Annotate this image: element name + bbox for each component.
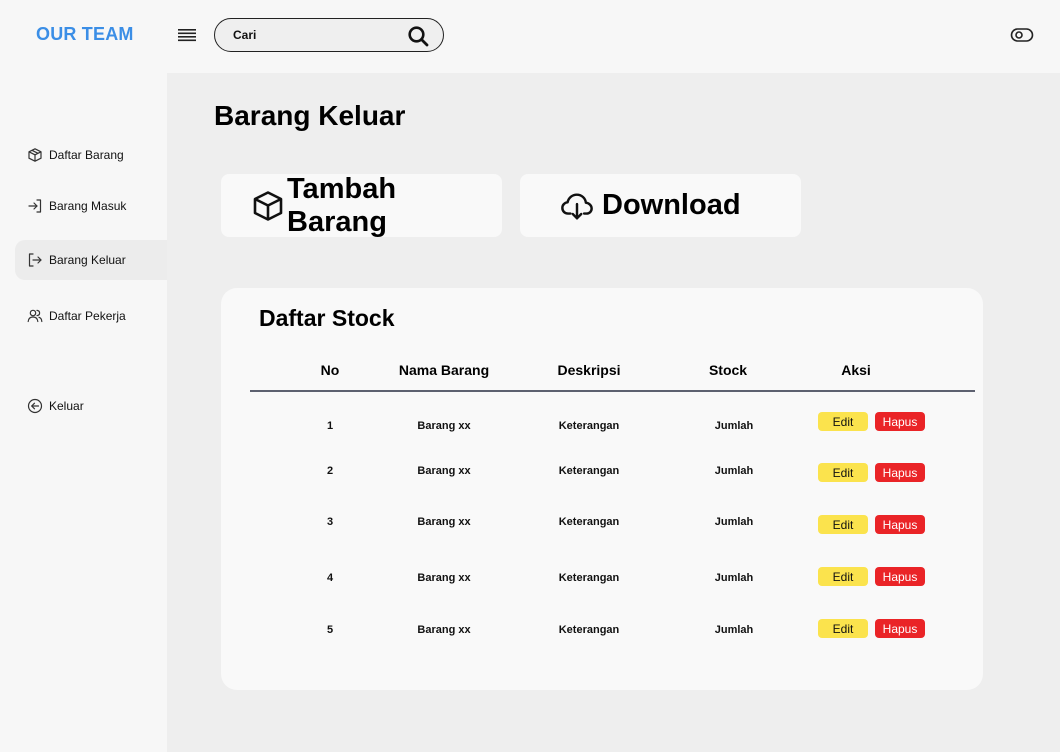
edit-button[interactable]: Edit [818, 515, 868, 534]
table-row: 4 Barang xx Keterangan Jumlah Edit Hapus [250, 567, 975, 597]
cell-description: Keterangan [558, 516, 620, 528]
logout-arrow-icon [27, 252, 43, 268]
box-icon [251, 189, 285, 223]
table-row: 2 Barang xx Keterangan Jumlah Edit Hapus [250, 463, 975, 493]
delete-button[interactable]: Hapus [875, 515, 925, 534]
column-header-no: No [320, 362, 340, 378]
brand-logo[interactable]: OUR TEAM [36, 24, 134, 45]
table-row: 3 Barang xx Keterangan Jumlah Edit Hapus [250, 515, 975, 545]
add-item-label: Tambah Barang [287, 172, 397, 238]
cell-description: Keterangan [558, 624, 620, 636]
edit-button[interactable]: Edit [818, 463, 868, 482]
top-bar: OUR TEAM [0, 0, 1060, 73]
cell-no: 2 [326, 465, 334, 477]
column-header-deskripsi: Deskripsi [557, 362, 621, 378]
cell-name: Barang xx [417, 624, 471, 636]
sidebar-item-label: Keluar [49, 399, 84, 413]
download-button[interactable]: Download [520, 174, 801, 237]
edit-button[interactable]: Edit [818, 619, 868, 638]
cell-stock: Jumlah [714, 624, 754, 636]
cell-no: 4 [326, 572, 334, 584]
sidebar-item-label: Barang Masuk [49, 199, 127, 213]
cell-stock: Jumlah [714, 516, 754, 528]
table-row: 5 Barang xx Keterangan Jumlah Edit Hapus [250, 619, 975, 649]
cell-no: 5 [326, 624, 334, 636]
sidebar-item-daftar-barang[interactable]: Daftar Barang [15, 135, 167, 175]
delete-button[interactable]: Hapus [875, 463, 925, 482]
cell-description: Keterangan [558, 465, 620, 477]
sidebar: Daftar Barang Barang Masuk Barang Keluar [0, 73, 167, 752]
table-header: No Nama Barang Deskripsi Stock Aksi [250, 348, 975, 392]
circle-arrow-left-icon [27, 398, 43, 414]
main-content: Barang Keluar Tambah Barang Download Daf… [167, 73, 1060, 752]
cell-name: Barang xx [417, 420, 471, 432]
download-label: Download [602, 189, 741, 221]
delete-button[interactable]: Hapus [875, 412, 925, 431]
add-item-button[interactable]: Tambah Barang [221, 172, 502, 238]
cell-stock: Jumlah [714, 572, 754, 584]
search-input[interactable] [233, 25, 403, 45]
cell-description: Keterangan [558, 420, 620, 432]
edit-button[interactable]: Edit [818, 567, 868, 586]
cloud-download-icon [560, 189, 594, 223]
table-row: 1 Barang xx Keterangan Jumlah Edit Hapus [250, 412, 975, 442]
sidebar-item-daftar-pekerja[interactable]: Daftar Pekerja [15, 296, 167, 336]
cell-stock: Jumlah [714, 465, 754, 477]
cell-no: 3 [326, 516, 334, 528]
column-header-stock: Stock [708, 362, 748, 378]
users-icon [27, 308, 43, 324]
cell-name: Barang xx [417, 572, 471, 584]
toggle-icon[interactable] [1010, 26, 1034, 44]
search-bar [214, 18, 444, 52]
hamburger-icon[interactable] [177, 26, 197, 44]
delete-button[interactable]: Hapus [875, 567, 925, 586]
sidebar-item-label: Barang Keluar [49, 253, 126, 267]
cell-name: Barang xx [417, 516, 471, 528]
cell-description: Keterangan [558, 572, 620, 584]
cell-name: Barang xx [417, 465, 471, 477]
table-title: Daftar Stock [259, 305, 395, 331]
sidebar-item-barang-keluar[interactable]: Barang Keluar [15, 240, 167, 280]
sidebar-item-label: Daftar Pekerja [49, 309, 126, 323]
column-header-nama-barang: Nama Barang [398, 362, 490, 378]
search-icon[interactable] [407, 25, 429, 47]
stock-table-card: Daftar Stock No Nama Barang Deskripsi St… [221, 288, 983, 690]
cell-no: 1 [326, 420, 334, 432]
edit-button[interactable]: Edit [818, 412, 868, 431]
sidebar-item-label: Daftar Barang [49, 148, 124, 162]
page-title: Barang Keluar [214, 100, 406, 131]
column-header-aksi: Aksi [841, 362, 871, 378]
delete-button[interactable]: Hapus [875, 619, 925, 638]
sidebar-item-keluar[interactable]: Keluar [15, 386, 167, 426]
sidebar-item-barang-masuk[interactable]: Barang Masuk [15, 186, 167, 226]
cell-stock: Jumlah [714, 420, 754, 432]
login-arrow-icon [27, 198, 43, 214]
box-icon [27, 147, 43, 163]
